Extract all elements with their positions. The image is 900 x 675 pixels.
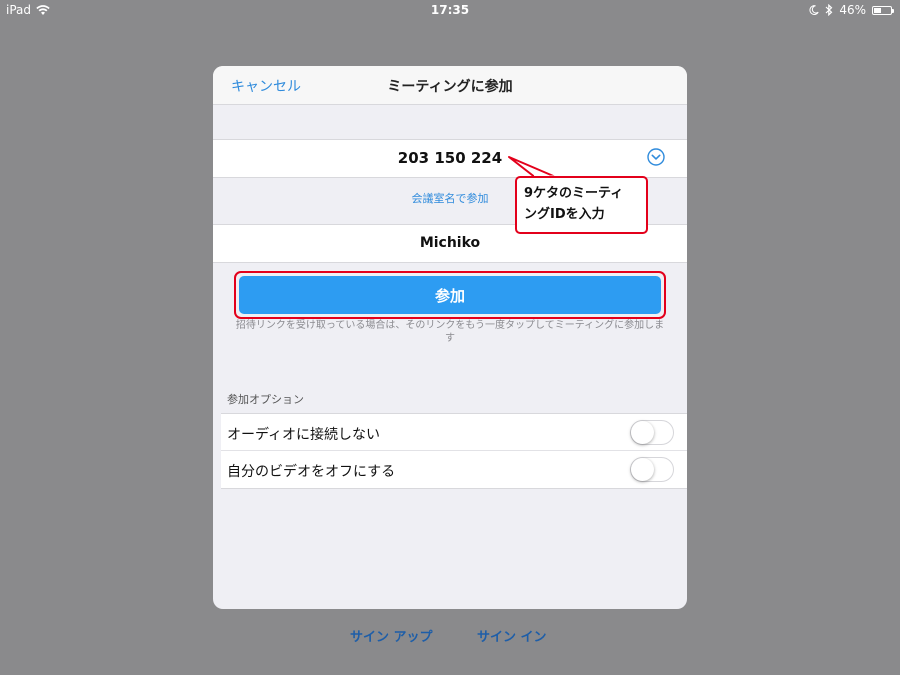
status-right: 46% bbox=[809, 3, 894, 17]
battery-percent: 46% bbox=[839, 3, 866, 17]
option-label: 自分のビデオをオフにする bbox=[227, 464, 396, 480]
callout-line-1: 9ケタのミーティ bbox=[524, 186, 624, 201]
no-audio-toggle[interactable] bbox=[630, 420, 674, 445]
video-off-toggle[interactable] bbox=[630, 457, 674, 482]
option-video-off: 自分のビデオをオフにする bbox=[221, 451, 687, 489]
signin-link[interactable]: サイン イン bbox=[477, 626, 547, 645]
join-button[interactable]: 参加 bbox=[239, 276, 661, 314]
meeting-id-input[interactable]: 203 150 224 bbox=[213, 139, 687, 178]
status-bar: iPad 17:35 46% bbox=[0, 0, 900, 20]
chevron-down-circle-icon[interactable] bbox=[647, 148, 665, 166]
join-meeting-modal: キャンセル ミーティングに参加 203 150 224 会議室名で参加 Mich… bbox=[213, 66, 687, 609]
modal-header: キャンセル ミーティングに参加 bbox=[213, 66, 687, 105]
option-no-audio: オーディオに接続しない bbox=[221, 413, 687, 451]
battery-icon bbox=[872, 5, 894, 15]
join-note: 招待リンクを受け取っている場合は、そのリンクをもう一度タップしてミーティングに参… bbox=[235, 320, 665, 344]
battery-fill bbox=[874, 7, 882, 13]
meeting-id-value: 203 150 224 bbox=[397, 149, 503, 167]
user-name-value: Michiko bbox=[419, 235, 481, 251]
moon-icon bbox=[809, 5, 819, 15]
toggle-knob bbox=[631, 421, 654, 444]
annotation-callout: 9ケタのミーティ ングIDを入力 bbox=[515, 176, 648, 234]
signup-link[interactable]: サイン アップ bbox=[350, 626, 433, 645]
toggle-knob bbox=[631, 458, 654, 481]
status-time: 17:35 bbox=[430, 3, 470, 17]
bluetooth-icon bbox=[825, 4, 833, 16]
modal-title: ミーティングに参加 bbox=[387, 79, 513, 95]
option-label: オーディオに接続しない bbox=[227, 427, 381, 443]
options-header: 参加オプション bbox=[227, 393, 304, 406]
callout-line-2: ングIDを入力 bbox=[524, 207, 605, 222]
